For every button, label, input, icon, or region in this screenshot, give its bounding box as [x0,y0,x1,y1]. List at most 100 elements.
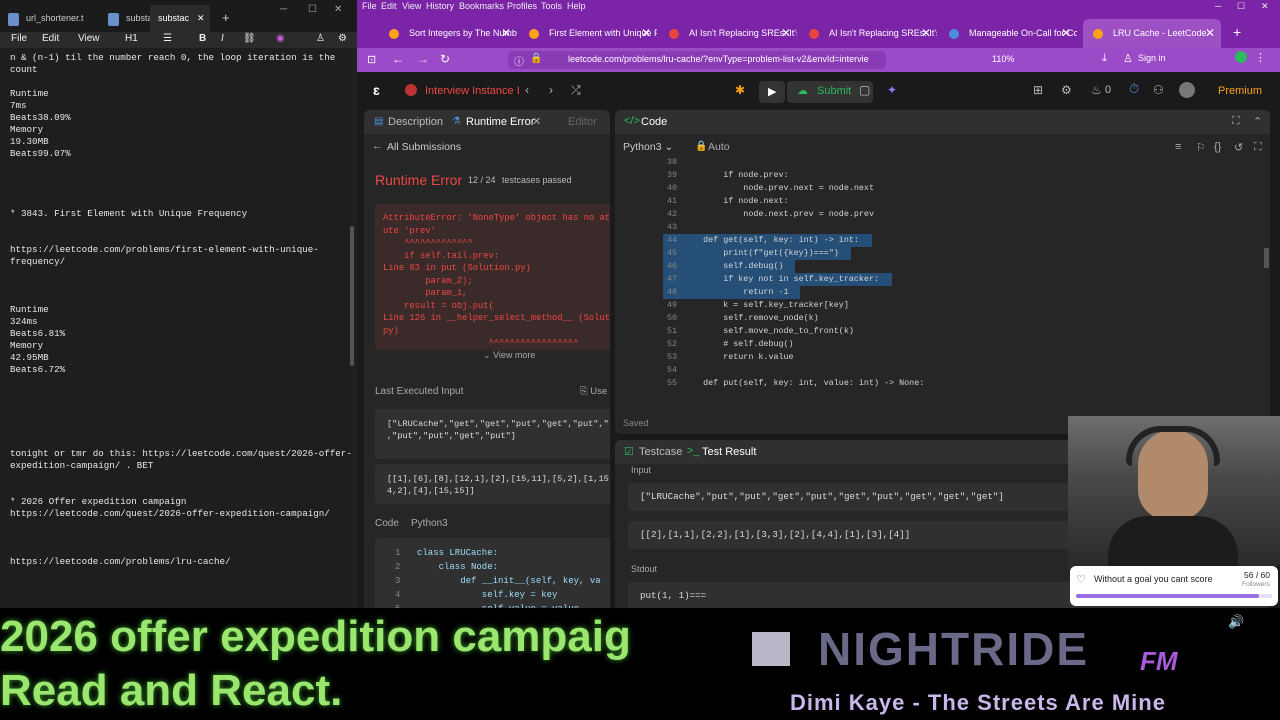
menu-view[interactable]: View [78,33,100,44]
code-editor[interactable]: 38 39 if node.prev: 40 node.prev.next = no… [615,156,1270,406]
notes-icon[interactable]: ▢ [859,83,870,97]
notepad-scrollbar[interactable] [350,226,354,366]
close-icon[interactable]: ✕ [197,13,205,23]
settings-icon[interactable]: ⚙ [338,33,347,44]
language-select[interactable]: Python3 ⌄ [623,141,673,153]
close-window-icon[interactable]: ✕ [334,4,342,15]
menu-edit[interactable]: Edit [42,33,59,44]
italic-icon[interactable]: I [221,33,224,44]
close-icon[interactable]: ✕ [641,26,651,40]
premium-button[interactable]: Premium [1218,85,1262,97]
close-icon[interactable]: ✕ [781,26,791,40]
browser-tab[interactable]: Sort Integers by The Numbe ✕ [379,19,517,48]
new-tab-icon[interactable]: + [1233,24,1241,40]
menu-view[interactable]: View [402,1,421,11]
avatar[interactable] [1179,82,1195,98]
debug-icon[interactable]: ✱ [735,83,745,97]
menu-file[interactable]: File [362,1,377,11]
browser-tab[interactable]: Manageable On-Call for Cor ✕ [939,19,1077,48]
reset-icon[interactable]: ↺ [1234,141,1243,154]
auto-mode[interactable]: Auto [708,141,730,153]
notepad-tab[interactable]: url_shortener.t [0,5,100,32]
minimize-icon[interactable]: ─ [1215,1,1221,11]
browser-tab-active[interactable]: LRU Cache - LeetCode ✕ [1083,19,1221,48]
close-icon[interactable]: ✕ [921,26,931,40]
close-icon[interactable]: ✕ [1205,26,1215,40]
tab-description[interactable]: Description [388,116,443,128]
notepad-tab-active[interactable]: substac ✕ [150,5,210,32]
list-icon[interactable]: ☰ [163,33,172,44]
streamer-shirt [1108,516,1238,566]
editor-scrollbar[interactable] [1264,248,1269,268]
sign-in-button[interactable]: Sign in [1138,53,1166,63]
forward-icon[interactable]: → [417,52,429,66]
menu-help[interactable]: Help [567,1,586,11]
back-icon[interactable]: ← [372,140,383,152]
zoom-level[interactable]: 110% [992,54,1014,64]
line-number: 49 [666,300,677,310]
close-icon[interactable]: ✕ [501,26,511,40]
more-menu-icon[interactable]: ⋮ [1255,51,1266,64]
maximize-icon[interactable]: ☐ [1237,1,1245,12]
browser-tab[interactable]: AI Isn't Replacing SREs. It's D✕ [799,19,937,48]
interview-title[interactable]: Interview Instance I [425,85,520,97]
back-icon[interactable]: ← [392,52,404,66]
leetcode-logo-icon[interactable]: ɛ [373,82,380,98]
heading-dropdown[interactable]: H1 [125,33,138,44]
address-bar[interactable]: ⓘ 🔒 leetcode.com/problems/lru-cache/?env… [508,51,886,69]
run-button[interactable]: ▶ [759,81,785,103]
close-icon[interactable]: ✕ [1061,26,1071,40]
notepad-text-area[interactable]: n & (n-1) til the number reach 0, the lo… [0,48,352,608]
shuffle-icon[interactable]: ⤮ [571,83,581,98]
menu-bookmarks[interactable]: Bookmarks [459,1,504,11]
ai-assist-icon[interactable]: ✦ [887,83,897,97]
add-friend-icon[interactable]: ⚇ [1153,83,1164,97]
menu-file[interactable]: File [11,33,27,44]
tab-test-result[interactable]: Test Result [702,446,756,458]
new-tab-icon[interactable]: + [222,10,230,25]
sidebar-icon[interactable]: ⊡ [367,53,376,66]
tab-runtime-error[interactable]: Runtime Error [466,116,534,128]
format-icon[interactable]: ≡ [1175,141,1181,153]
text-line [10,76,342,88]
menu-tools[interactable]: Tools [541,1,562,11]
menu-profiles[interactable]: Profiles [507,1,537,11]
layout-icon[interactable]: ⊞ [1033,83,1043,97]
extension-icon[interactable] [1235,51,1247,63]
account-icon[interactable]: ♙ [316,33,325,44]
close-icon[interactable]: ✕ [532,115,541,128]
download-icon[interactable]: ⤓ [1102,52,1107,65]
menu-edit[interactable]: Edit [381,1,397,11]
reload-icon[interactable]: ↻ [440,52,450,66]
leetcode-navbar: ɛ Interview Instance I ‹ › ⤮ ✱ ▶ Submit … [357,72,1280,110]
code-line: 41 if node.next: [615,195,1270,208]
all-submissions-link[interactable]: All Submissions [387,141,461,153]
collapse-icon[interactable]: ⌃ [1253,115,1262,128]
browser-tab[interactable]: AI Isn't Replacing SREs. It's D✕ [659,19,797,48]
tab-editorial[interactable]: Editor [568,116,597,128]
bookmark-icon[interactable]: ⚐ [1196,141,1206,154]
info-icon[interactable]: ⓘ [514,53,524,68]
tab-testcase[interactable]: Testcase [639,446,682,458]
close-window-icon[interactable]: ✕ [1261,1,1269,12]
use-testcase-button[interactable]: ⎘ Use [580,386,607,397]
maximize-icon[interactable]: ☐ [308,4,317,15]
maximize-icon[interactable]: ⛶ [1232,115,1240,128]
fullscreen-icon[interactable]: ⛶ [1254,141,1262,154]
copilot-icon[interactable]: ◉ [276,33,285,44]
settings-icon[interactable]: ⚙ [1061,83,1072,97]
profile-icon[interactable]: ♙ [1123,52,1133,65]
menu-history[interactable]: History [426,1,454,11]
browser-tab[interactable]: First Element with Unique Fr ✕ [519,19,657,48]
tab-favicon-icon [389,29,399,39]
fire-icon[interactable]: ♨ [1091,83,1102,97]
bold-icon[interactable]: B [199,33,206,44]
link-icon[interactable]: ⛓ [243,33,256,44]
timer-icon[interactable]: ⏱ [1129,81,1139,97]
minimize-icon[interactable]: ─ [280,4,287,15]
view-more-link[interactable]: ⌄ View more [483,350,535,361]
next-problem-icon[interactable]: › [549,83,553,97]
prev-problem-icon[interactable]: ‹ [525,83,529,97]
code-tab[interactable]: Code [641,116,667,128]
braces-icon[interactable]: {} [1214,141,1221,153]
